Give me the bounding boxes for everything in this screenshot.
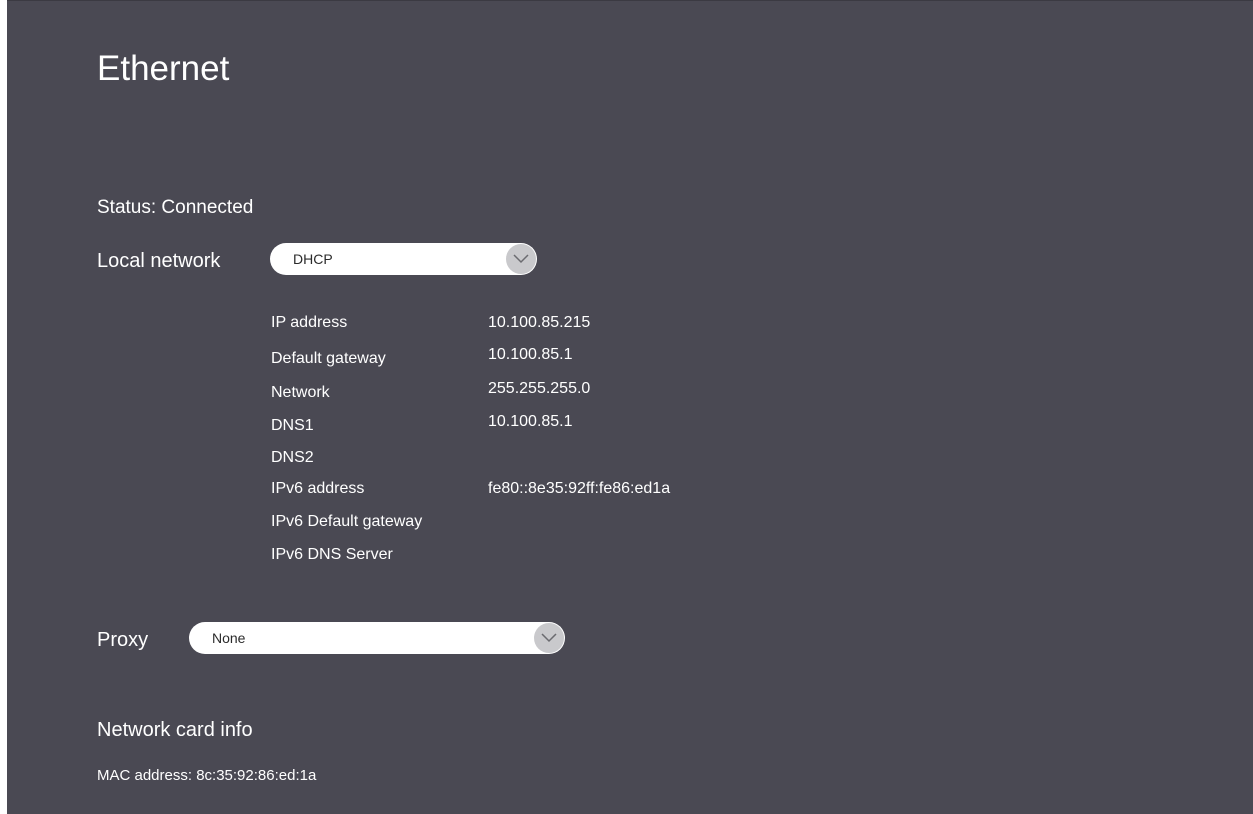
proxy-dropdown[interactable]: None	[189, 622, 565, 654]
proxy-label: Proxy	[97, 629, 149, 651]
default-gateway-value: 10.100.85.1	[488, 346, 573, 363]
network-card-info-heading: Network card info	[97, 719, 253, 741]
local-network-label: Local network	[97, 250, 221, 272]
ipv6-default-gateway-label: IPv6 Default gateway	[271, 513, 423, 530]
page-title: Ethernet	[97, 49, 230, 88]
mac-address: MAC address: 8c:35:92:86:ed:1a	[97, 767, 317, 784]
chevron-down-icon[interactable]	[506, 244, 536, 274]
default-gateway-label: Default gateway	[271, 350, 386, 367]
dns1-value: 10.100.85.1	[488, 413, 573, 430]
ipv6-address-value: fe80::8e35:92ff:fe86:ed1a	[488, 480, 671, 497]
proxy-selected: None	[212, 630, 246, 646]
network-value: 255.255.255.0	[488, 380, 591, 397]
dns1-label: DNS1	[271, 417, 314, 434]
ipv6-dns-server-label: IPv6 DNS Server	[271, 546, 393, 563]
local-network-selected: DHCP	[293, 251, 333, 267]
network-label: Network	[271, 384, 330, 401]
ipv6-address-label: IPv6 address	[271, 480, 365, 497]
dns2-label: DNS2	[271, 449, 314, 466]
connection-status: Status: Connected	[97, 197, 254, 218]
chevron-down-icon[interactable]	[534, 623, 564, 653]
local-network-dropdown[interactable]: DHCP	[270, 243, 537, 275]
ip-address-value: 10.100.85.215	[488, 314, 591, 331]
ethernet-settings-panel: Ethernet Status: Connected Local network…	[7, 0, 1253, 814]
ip-address-label: IP address	[271, 314, 348, 331]
